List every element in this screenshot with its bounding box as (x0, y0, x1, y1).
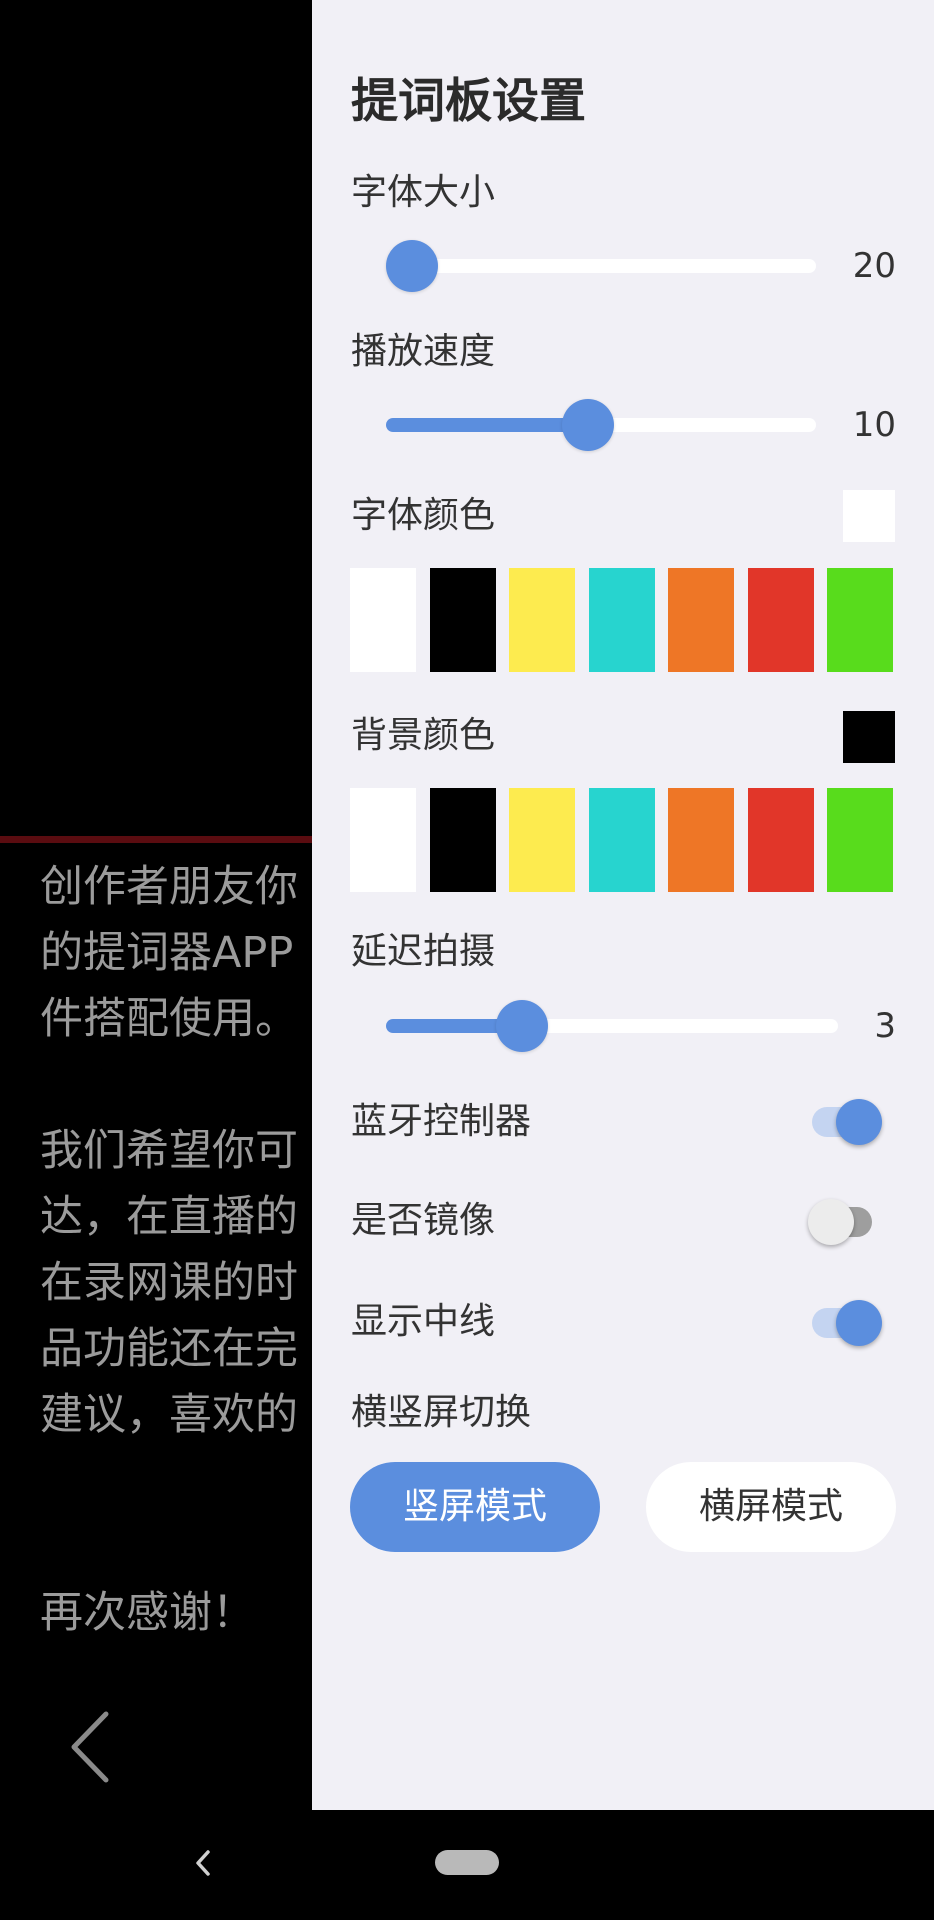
portrait-mode-button[interactable]: 竖屏模式 (350, 1462, 600, 1552)
font-size-label: 字体大小 (351, 172, 496, 213)
screen: 创作者朋友你 的提词器APP 件搭配使用。 我们希望你可 达，在直播的 在录网课… (0, 0, 934, 1920)
bg-color-swatch[interactable] (827, 788, 893, 892)
system-nav-bar (0, 1810, 934, 1920)
bg-color-swatch[interactable] (588, 788, 655, 892)
delay-shot-label: 延迟拍摄 (351, 931, 496, 972)
bg-color-swatch[interactable] (747, 788, 814, 892)
back-triangle-icon[interactable] (190, 1840, 214, 1886)
orientation-label: 横竖屏切换 (351, 1392, 532, 1433)
bluetooth-label: 蓝牙控制器 (351, 1101, 532, 1142)
font-color-swatch[interactable] (827, 568, 893, 672)
script-text: 创作者朋友你 的提词器APP 件搭配使用。 我们希望你可 达，在直播的 在录网课… (40, 862, 298, 1638)
play-speed-slider-thumb[interactable] (562, 399, 614, 451)
font-color-swatch[interactable] (429, 568, 496, 672)
delay-shot-slider-thumb[interactable] (496, 1000, 548, 1052)
mirror-toggle-knob (808, 1199, 854, 1245)
font-color-label: 字体颜色 (351, 495, 496, 536)
bg-color-label: 背景颜色 (351, 715, 496, 756)
home-pill-icon[interactable] (435, 1850, 499, 1875)
delay-shot-slider[interactable] (386, 1000, 838, 1052)
bg-color-preview (843, 711, 895, 763)
delay-shot-value: 3 (874, 1006, 896, 1046)
bg-color-swatch[interactable] (350, 788, 416, 892)
font-size-slider[interactable] (386, 240, 816, 292)
font-color-swatch[interactable] (747, 568, 814, 672)
center-line-label: 显示中线 (351, 1301, 496, 1342)
font-color-swatch[interactable] (588, 568, 655, 672)
play-speed-value: 10 (852, 405, 896, 445)
center-line-toggle-knob (836, 1300, 882, 1346)
font-color-swatch[interactable] (668, 568, 734, 672)
font-color-swatch[interactable] (509, 568, 575, 672)
landscape-mode-button[interactable]: 横屏模式 (646, 1462, 896, 1552)
drawer-title: 提词板设置 (351, 74, 586, 129)
font-size-value: 20 (852, 246, 896, 286)
center-line (0, 836, 312, 843)
teleprompter-view[interactable]: 创作者朋友你 的提词器APP 件搭配使用。 我们希望你可 达，在直播的 在录网课… (0, 0, 312, 1810)
chevron-left-icon[interactable] (66, 1710, 118, 1784)
bluetooth-toggle[interactable] (812, 1099, 882, 1145)
play-speed-slider[interactable] (386, 399, 816, 451)
mirror-label: 是否镜像 (351, 1200, 496, 1241)
settings-drawer: 提词板设置 字体大小 20 播放速度 10 字体颜色 背景颜色 延迟拍摄 3 蓝… (312, 0, 934, 1810)
play-speed-slider-fill (386, 418, 588, 432)
font-color-swatch[interactable] (350, 568, 416, 672)
bg-color-swatch[interactable] (429, 788, 496, 892)
bg-color-swatch[interactable] (668, 788, 734, 892)
center-line-toggle[interactable] (812, 1300, 882, 1346)
font-size-slider-thumb[interactable] (386, 240, 438, 292)
font-color-preview (843, 490, 895, 542)
bluetooth-toggle-knob (836, 1099, 882, 1145)
play-speed-label: 播放速度 (351, 331, 496, 372)
mirror-toggle[interactable] (808, 1199, 872, 1245)
bg-color-swatch[interactable] (509, 788, 575, 892)
